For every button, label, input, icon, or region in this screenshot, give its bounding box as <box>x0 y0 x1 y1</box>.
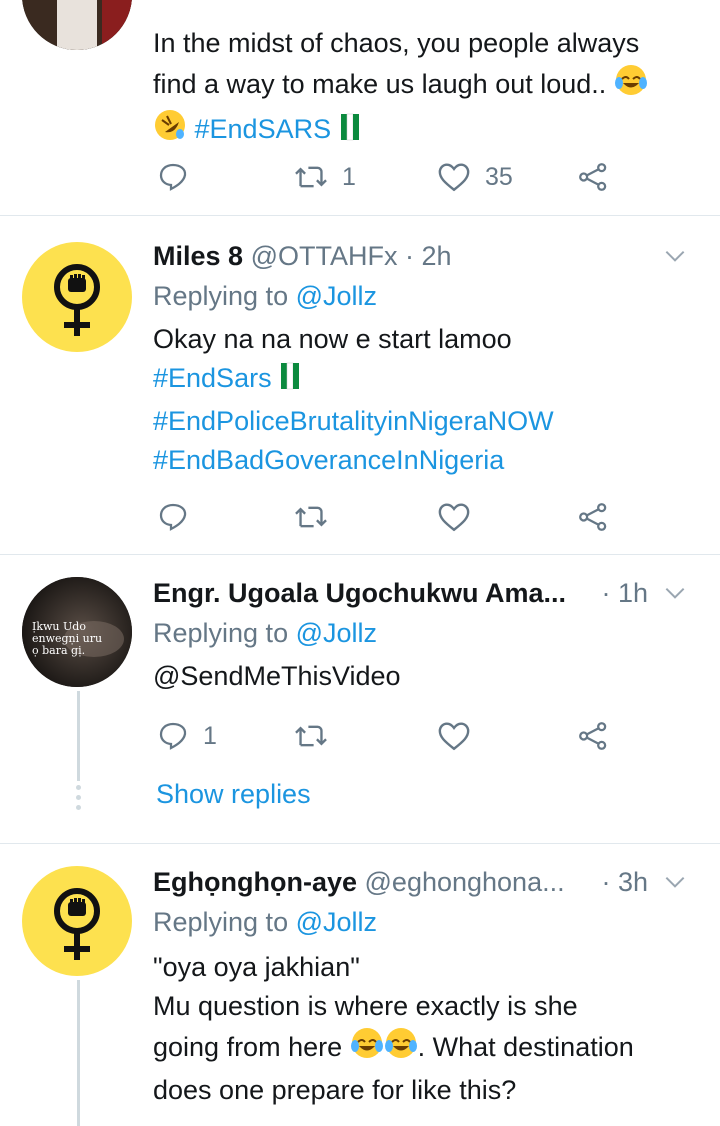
tweet-text-line: "oya oya jakhian" <box>153 952 360 982</box>
display-name[interactable]: Eghọnghọn-aye <box>153 867 357 897</box>
retweet-button[interactable]: 1 <box>294 157 356 197</box>
tweet-text-line: going from here . What destination <box>153 1026 634 1071</box>
chevron-down-icon[interactable] <box>662 866 688 906</box>
tweet-text-line: Okay na na now e start lamoo <box>153 324 512 354</box>
like-count: 35 <box>485 162 513 191</box>
tears-of-joy-emoji-icon <box>614 63 648 108</box>
show-replies-link[interactable]: Show replies <box>156 779 311 810</box>
tweet-text-line: Mu question is where exactly is she <box>153 991 578 1021</box>
display-name[interactable]: Miles 8 <box>153 241 243 271</box>
hashtag-link[interactable]: #EndPoliceBrutalityinNigeraNOW <box>153 402 554 441</box>
tweet-text-line: #EndSARS <box>153 108 698 153</box>
like-button[interactable] <box>437 716 471 756</box>
chevron-down-icon[interactable] <box>662 240 688 280</box>
tweet-text: "oya oya jakhian" Mu question is where e… <box>153 948 634 1110</box>
raised-fist-emoji-icon <box>279 361 301 402</box>
retweet-count: 1 <box>342 162 356 191</box>
avatar-caption: Ịkwu Udo enwegṇi uru ọ bara gị. <box>32 620 103 657</box>
hashtag-link[interactable]: #EndSARS <box>195 114 332 144</box>
user-handle[interactable]: @eghonghona... <box>365 867 565 897</box>
like-button[interactable]: 35 <box>437 157 513 197</box>
tweet-text-line: find a way to make us laugh out loud.. <box>153 63 698 108</box>
replying-to: Replying to @Jollz <box>153 281 378 311</box>
replying-to-link[interactable]: @Jollz <box>296 618 377 648</box>
chevron-down-icon[interactable] <box>662 577 688 617</box>
hashtag-link[interactable]: #EndSars <box>153 363 272 393</box>
tweet-1[interactable]: Miles 8 @OTTAHFx · 2h Replying to @Jollz… <box>0 216 720 554</box>
reply-button[interactable]: 1 <box>157 716 217 756</box>
feminist-fist-icon <box>54 888 100 960</box>
thread-dots <box>76 785 81 811</box>
retweet-icon <box>295 725 327 747</box>
reply-icon <box>159 722 187 750</box>
like-button[interactable] <box>437 497 471 537</box>
rofl-emoji-icon <box>153 108 187 153</box>
retweet-button[interactable] <box>294 497 328 537</box>
replying-to-link[interactable]: @Jollz <box>296 907 377 937</box>
raised-fist-emoji-icon <box>339 112 361 153</box>
avatar[interactable] <box>22 866 132 976</box>
avatar[interactable]: Ịkwu Udo enwegṇi uru ọ bara gị. <box>22 577 132 687</box>
share-icon <box>579 503 607 531</box>
retweet-icon <box>295 166 327 188</box>
thread-line <box>77 691 80 781</box>
tweet-text-line: #EndSars <box>153 359 554 402</box>
heart-icon <box>438 163 470 192</box>
replying-to-link[interactable]: @Jollz <box>296 281 377 311</box>
user-handle[interactable]: @OTTAHFx <box>251 241 398 271</box>
share-button[interactable] <box>577 497 609 537</box>
reply-button[interactable] <box>157 157 189 197</box>
heart-icon <box>438 503 470 532</box>
reply-icon <box>159 503 187 531</box>
reply-icon <box>159 163 187 191</box>
tweet-text: In the midst of chaos, you people always… <box>153 24 698 153</box>
tweet-3[interactable]: Eghọnghọn-aye @eghonghona... · 3h Replyi… <box>0 844 720 1126</box>
tweet-text-line: does one prepare for like this? <box>153 1075 517 1105</box>
share-button[interactable] <box>577 157 609 197</box>
tweet-text: Okay na na now e start lamoo #EndSars #E… <box>153 320 554 480</box>
hashtag-link[interactable]: #EndBadGoveranceInNigeria <box>153 441 554 480</box>
tweet-header: Engr. Ugoala Ugochukwu Ama... · 1h <box>153 573 698 613</box>
tweet-header: Eghọnghọn-aye @eghonghona... · 3h <box>153 862 698 902</box>
retweet-icon <box>295 506 327 528</box>
tweet-0[interactable]: In the midst of chaos, you people always… <box>0 0 720 215</box>
share-button[interactable] <box>577 716 609 756</box>
tweet-2[interactable]: Ịkwu Udo enwegṇi uru ọ bara gị. Engr. Ug… <box>0 555 720 843</box>
replying-to: Replying to @Jollz <box>153 618 378 648</box>
retweet-button[interactable] <box>294 716 328 756</box>
tweet-text-line: In the midst of chaos, you people always <box>153 28 640 58</box>
replying-to: Replying to @Jollz <box>153 907 378 937</box>
mention-link[interactable]: @SendMeThisVideo <box>153 657 401 696</box>
heart-icon <box>438 722 470 751</box>
timestamp[interactable]: · 1h <box>601 573 648 613</box>
share-icon <box>579 722 607 750</box>
thread-line <box>77 980 80 1126</box>
reply-count: 1 <box>203 721 217 750</box>
tears-of-joy-emoji-icon <box>384 1026 418 1071</box>
feminist-fist-icon <box>54 264 100 336</box>
timestamp[interactable]: · 2h <box>405 241 452 271</box>
reply-button[interactable] <box>157 497 189 537</box>
avatar[interactable] <box>22 0 132 50</box>
avatar[interactable] <box>22 242 132 352</box>
tears-of-joy-emoji-icon <box>350 1026 384 1071</box>
share-icon <box>579 163 607 191</box>
tweet-header: Miles 8 @OTTAHFx · 2h <box>153 236 698 276</box>
timestamp[interactable]: · 3h <box>601 862 648 902</box>
display-name[interactable]: Engr. Ugoala Ugochukwu Ama... <box>153 578 566 608</box>
